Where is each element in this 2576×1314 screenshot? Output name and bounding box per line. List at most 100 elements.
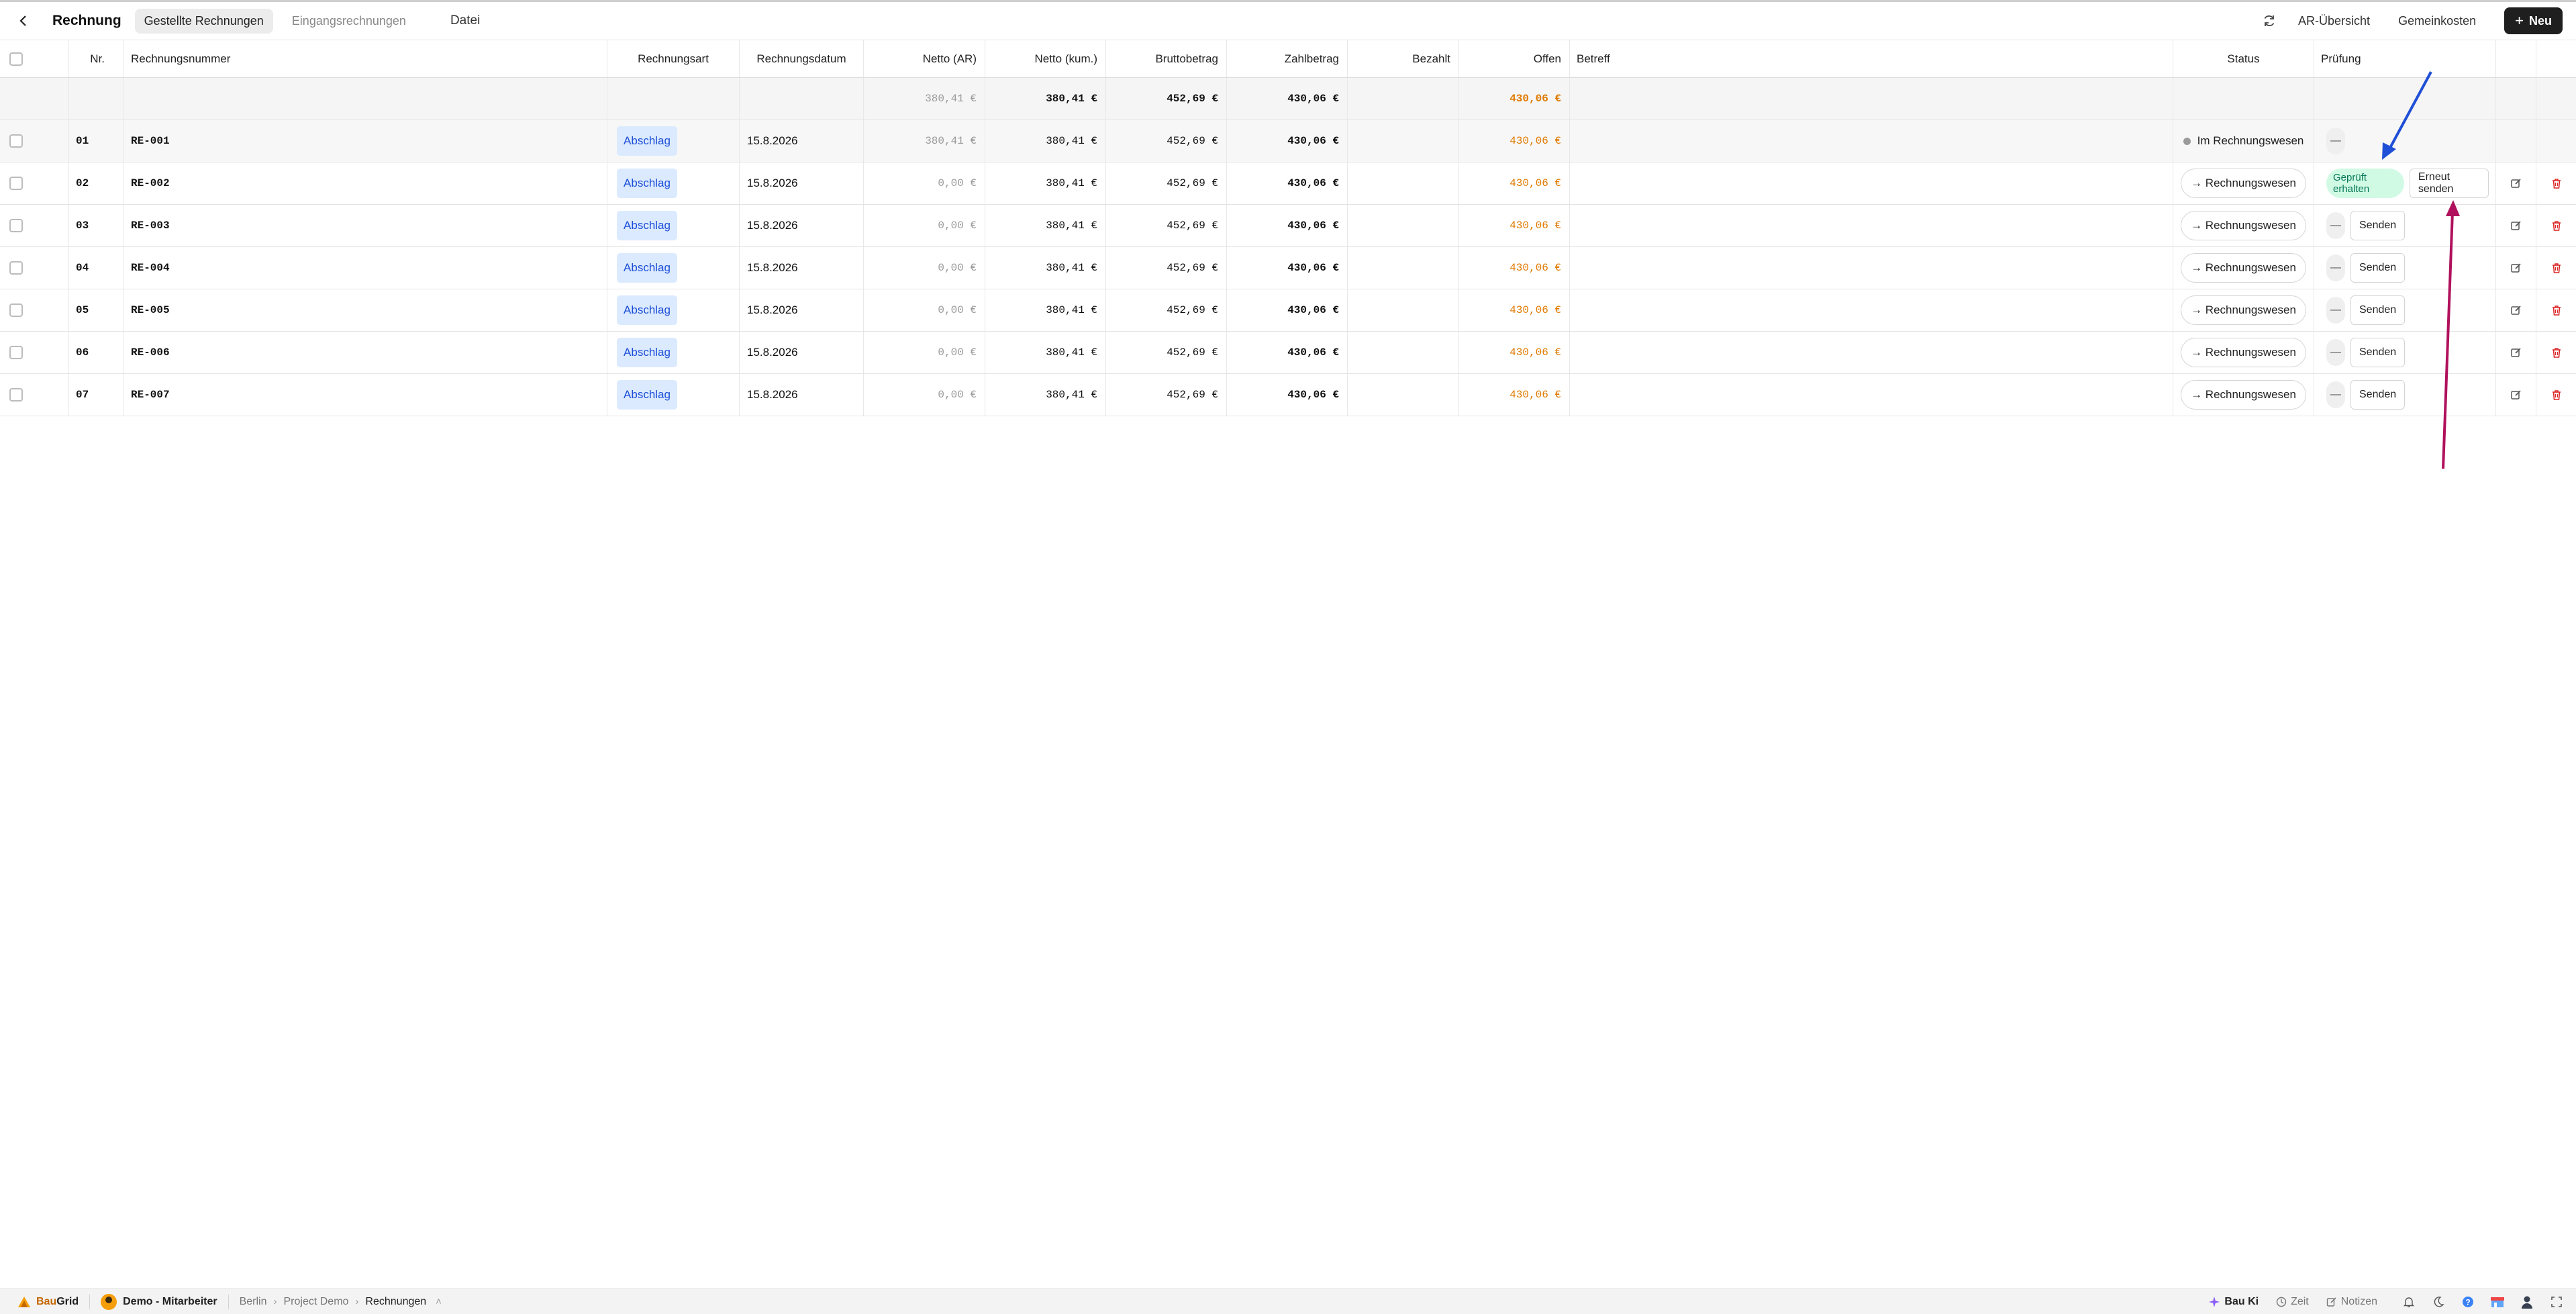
dark-mode-toggle[interactable] [2431, 1295, 2446, 1309]
delete-button[interactable] [2547, 385, 2566, 404]
pruefung-dash[interactable]: — [2326, 128, 2345, 154]
row-checkbox[interactable] [9, 134, 23, 148]
senden-button[interactable]: Senden [2350, 253, 2406, 283]
col-header-nr[interactable]: Nr. [69, 40, 124, 77]
zeit-button[interactable]: Zeit [2276, 1296, 2309, 1308]
col-header-zahlbetrag[interactable]: Zahlbetrag [1227, 40, 1348, 77]
edit-button[interactable] [2507, 301, 2526, 320]
row-betreff [1570, 247, 2173, 289]
brand-logo[interactable]: BauGrid [17, 1296, 79, 1308]
pruefung-dash[interactable]: — [2326, 254, 2345, 281]
bell-icon [2403, 1297, 2415, 1307]
row-checkbox[interactable] [9, 303, 23, 317]
table-row[interactable]: 02 RE-002 Abschlag 15.8.2026 0,00 € 380,… [0, 162, 2576, 205]
pruefung-dash[interactable]: — [2326, 297, 2345, 324]
user-menu[interactable]: Demo - Mitarbeiter [101, 1293, 217, 1310]
row-checkbox[interactable] [9, 177, 23, 190]
gemeinkosten-link[interactable]: Gemeinkosten [2398, 14, 2476, 28]
abschlag-badge[interactable]: Abschlag [617, 253, 677, 283]
table-row[interactable]: 06 RE-006 Abschlag 15.8.2026 0,00 € 380,… [0, 332, 2576, 374]
abschlag-badge[interactable]: Abschlag [617, 211, 677, 240]
erneut-senden-button[interactable]: Erneut senden [2409, 169, 2489, 198]
bau-ki-button[interactable]: Bau Ki [2208, 1296, 2259, 1308]
senden-button[interactable]: Senden [2350, 380, 2406, 410]
pruefung-dash[interactable]: — [2326, 212, 2345, 239]
row-checkbox[interactable] [9, 219, 23, 232]
ar-uebersicht-link[interactable]: AR-Übersicht [2298, 14, 2370, 28]
tab-gestellte-rechnungen[interactable]: Gestellte Rechnungen [134, 8, 273, 34]
table-row[interactable]: 07 RE-007 Abschlag 15.8.2026 0,00 € 380,… [0, 374, 2576, 416]
table-row[interactable]: 03 RE-003 Abschlag 15.8.2026 0,00 € 380,… [0, 205, 2576, 247]
status-label: Im Rechnungswesen [2197, 134, 2304, 147]
abschlag-badge[interactable]: Abschlag [617, 169, 677, 198]
abschlag-badge[interactable]: Abschlag [617, 126, 677, 156]
edit-button[interactable] [2507, 343, 2526, 362]
row-checkbox[interactable] [9, 346, 23, 359]
col-header-pruefung[interactable]: Prüfung [2314, 40, 2496, 77]
profile-avatar-button[interactable] [2520, 1295, 2534, 1309]
pruefung-dash[interactable]: — [2326, 381, 2345, 408]
pruefung-dash[interactable]: — [2326, 339, 2345, 366]
delete-button[interactable] [2547, 216, 2566, 235]
col-header-rechnungsnummer[interactable]: Rechnungsnummer [124, 40, 607, 77]
abschlag-badge[interactable]: Abschlag [617, 380, 677, 410]
edit-button[interactable] [2507, 174, 2526, 193]
delete-button[interactable] [2547, 174, 2566, 193]
col-header-bruttobetrag[interactable]: Bruttobetrag [1106, 40, 1227, 77]
col-header-rechnungsart[interactable]: Rechnungsart [607, 40, 740, 77]
row-pruefung-cell: — Senden [2314, 374, 2496, 416]
senden-button[interactable]: Senden [2350, 295, 2406, 325]
edit-button[interactable] [2507, 216, 2526, 235]
select-all-checkbox[interactable] [9, 52, 23, 66]
refresh-button[interactable] [2258, 9, 2281, 32]
chevron-up-icon[interactable]: ˄ [436, 1296, 442, 1307]
row-checkbox[interactable] [9, 388, 23, 402]
delete-button[interactable] [2547, 301, 2566, 320]
table-row[interactable]: 04 RE-004 Abschlag 15.8.2026 0,00 € 380,… [0, 247, 2576, 289]
shop-button[interactable] [2490, 1295, 2505, 1309]
abschlag-badge[interactable]: Abschlag [617, 295, 677, 325]
edit-icon [2510, 390, 2521, 400]
breadcrumb-rechnungen[interactable]: Rechnungen [365, 1296, 426, 1308]
row-checkbox[interactable] [9, 261, 23, 275]
send-to-rechnungswesen-button[interactable]: → Rechnungswesen [2181, 253, 2306, 283]
col-header-betreff[interactable]: Betreff [1570, 40, 2173, 77]
send-to-rechnungswesen-button[interactable]: → Rechnungswesen [2181, 169, 2306, 198]
senden-button[interactable]: Senden [2350, 211, 2406, 240]
help-button[interactable]: ? [2461, 1295, 2475, 1309]
row-offen: 430,06 € [1459, 247, 1570, 289]
col-header-status[interactable]: Status [2173, 40, 2314, 77]
col-header-rechnungsdatum[interactable]: Rechnungsdatum [740, 40, 864, 77]
senden-button[interactable]: Senden [2350, 338, 2406, 367]
fullscreen-button[interactable] [2549, 1295, 2564, 1309]
new-button[interactable]: + Neu [2504, 7, 2563, 34]
send-to-rechnungswesen-button[interactable]: → Rechnungswesen [2181, 380, 2306, 410]
col-header-offen[interactable]: Offen [1459, 40, 1570, 77]
abschlag-badge[interactable]: Abschlag [617, 338, 677, 367]
notizen-button[interactable]: Notizen [2326, 1296, 2377, 1308]
table-row[interactable]: 05 RE-005 Abschlag 15.8.2026 0,00 € 380,… [0, 289, 2576, 332]
send-to-rechnungswesen-button[interactable]: → Rechnungswesen [2181, 338, 2306, 367]
table-row[interactable]: 01 RE-001 Abschlag 15.8.2026 380,41 € 38… [0, 120, 2576, 162]
send-to-rechnungswesen-button[interactable]: → Rechnungswesen [2181, 211, 2306, 240]
edit-button[interactable] [2507, 385, 2526, 404]
col-header-bezahlt[interactable]: Bezahlt [1348, 40, 1459, 77]
tab-datei[interactable]: Datei [441, 8, 489, 34]
geprueft-erhalten-badge[interactable]: Geprüft erhalten [2326, 169, 2404, 198]
summary-netto-kum: 380,41 € [985, 78, 1106, 120]
plus-icon: + [2515, 12, 2524, 29]
breadcrumb-berlin[interactable]: Berlin [240, 1296, 267, 1308]
edit-button[interactable] [2507, 259, 2526, 277]
notifications-button[interactable] [2401, 1295, 2416, 1309]
breadcrumb-project-demo[interactable]: Project Demo [284, 1296, 349, 1308]
trash-icon [2552, 263, 2561, 273]
delete-button[interactable] [2547, 343, 2566, 362]
tab-eingangsrechnungen[interactable]: Eingangsrechnungen [283, 9, 415, 34]
col-header-netto-kum[interactable]: Netto (kum.) [985, 40, 1106, 77]
send-to-rechnungswesen-button[interactable]: → Rechnungswesen [2181, 295, 2306, 325]
back-button[interactable] [12, 9, 35, 32]
help-icon: ? [2463, 1296, 2473, 1307]
col-header-netto-ar[interactable]: Netto (AR) [864, 40, 985, 77]
delete-button[interactable] [2547, 259, 2566, 277]
row-rechnungsart-cell: Abschlag [607, 162, 740, 204]
